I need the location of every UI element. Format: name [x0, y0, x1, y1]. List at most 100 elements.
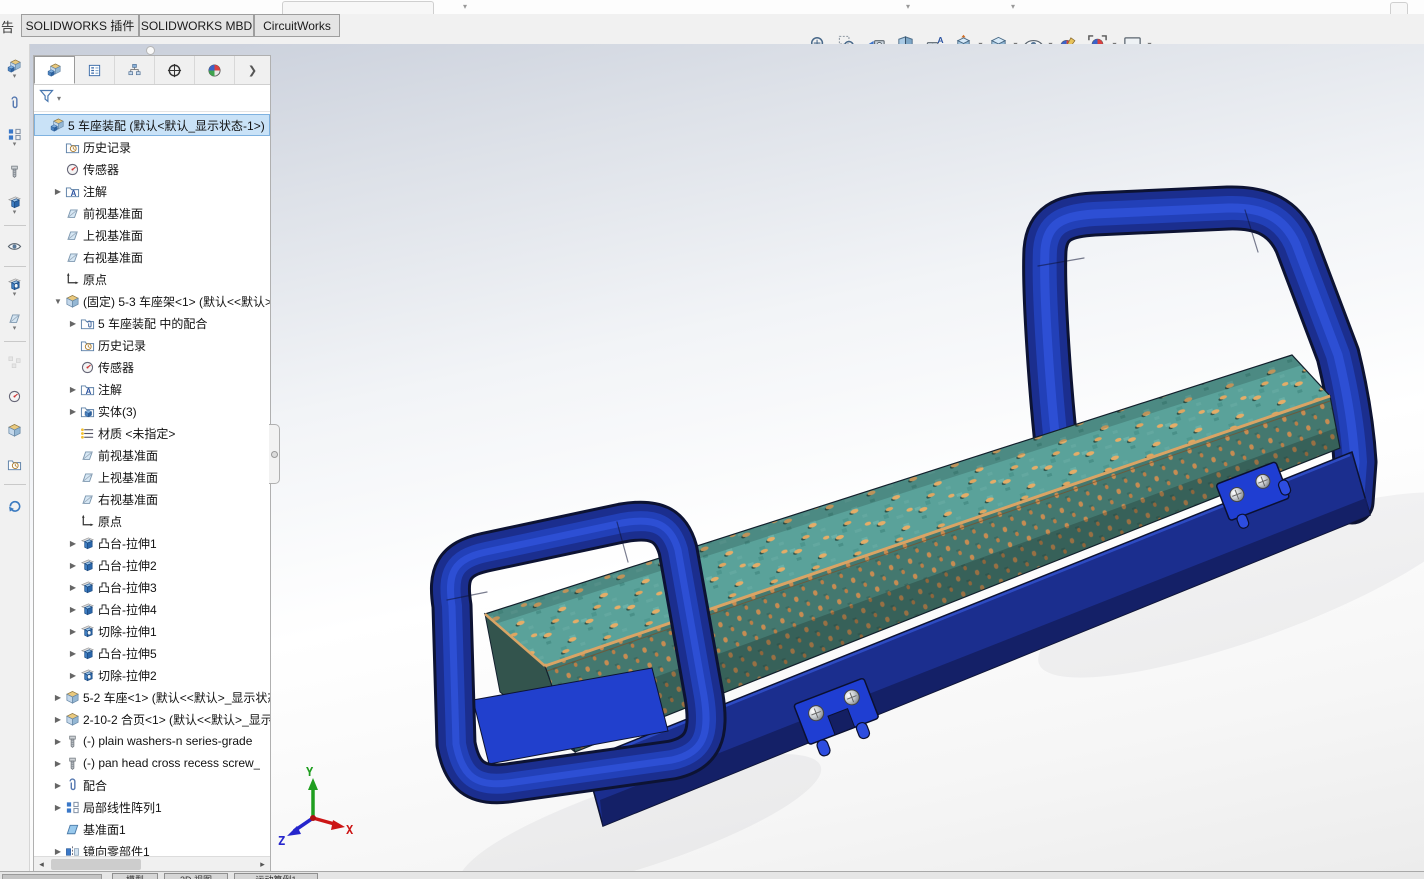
tree-row[interactable]: 历史记录: [34, 136, 270, 158]
ribbon-tab-solidworks-插件[interactable]: SOLIDWORKS 插件: [21, 14, 139, 37]
component-pattern-button[interactable]: ▾: [2, 120, 28, 154]
ribbon-tab-solidworks-mbd[interactable]: SOLIDWORKS MBD: [139, 14, 254, 37]
expand-toggle-icon[interactable]: ▶: [51, 715, 65, 724]
document-tab-2[interactable]: 3D 视图: [164, 873, 228, 879]
ribbon-tab-circuitworks[interactable]: CircuitWorks: [254, 14, 340, 37]
tree-row[interactable]: ▶ 配合: [34, 774, 270, 796]
expand-toggle-icon[interactable]: ▶: [66, 649, 80, 658]
tree-row[interactable]: 原点: [34, 268, 270, 290]
expand-toggle-icon[interactable]: ▶: [66, 627, 80, 636]
material-icon: [80, 426, 98, 441]
move-component-button[interactable]: ▾: [2, 188, 28, 222]
tree-row[interactable]: 5 车座装配 (默认<默认_显示状态-1>): [34, 114, 270, 136]
panel-drag-dot[interactable]: [146, 46, 155, 55]
motion-study-button[interactable]: [2, 447, 28, 481]
expand-toggle-icon[interactable]: ▶: [66, 561, 80, 570]
tree-row[interactable]: 材质 <未指定>: [34, 422, 270, 444]
expand-toggle-icon[interactable]: ▶: [66, 407, 80, 416]
tree-row[interactable]: ▶ 镜向零部件1: [34, 840, 270, 856]
update-model-button[interactable]: [2, 488, 28, 522]
expand-toggle-icon[interactable]: ▶: [51, 693, 65, 702]
tree-row[interactable]: ▶ 5 车座装配 中的配合: [34, 312, 270, 334]
expand-toggle-icon[interactable]: ▶: [66, 583, 80, 592]
feature-tree: 5 车座装配 (默认<默认_显示状态-1>) 历史记录 传感器 ▶ A 注解 前视基准面 上视…: [34, 112, 270, 856]
tree-item-label: 凸台-拉伸5: [98, 646, 157, 661]
panel-tab-featuremanager-design-tree[interactable]: [34, 56, 75, 84]
tree-row[interactable]: ▶ A 注解: [34, 378, 270, 400]
tree-item-label: (-) plain washers-n series-grade: [83, 734, 253, 748]
scrollbar-thumb[interactable]: [51, 859, 141, 870]
panel-tab-displaymanager[interactable]: [195, 56, 235, 84]
mate-button[interactable]: [2, 86, 28, 120]
tree-row[interactable]: 历史记录: [34, 334, 270, 356]
boss-icon: [80, 580, 98, 595]
panel-tabs-overflow-arrow[interactable]: ❯: [235, 56, 270, 84]
expand-toggle-icon[interactable]: ▶: [66, 385, 80, 394]
tree-row[interactable]: 前视基准面: [34, 444, 270, 466]
filter-dropdown-caret-icon[interactable]: ▾: [57, 94, 61, 103]
tree-item-label: 原点: [98, 514, 123, 529]
tree-row[interactable]: 原点: [34, 510, 270, 532]
filter-funnel-icon[interactable]: [38, 88, 55, 109]
assembly-features-button[interactable]: ▾: [2, 270, 28, 304]
tree-horizontal-scrollbar[interactable]: ◂ ▸: [34, 856, 270, 872]
tree-row[interactable]: ▶ A 注解: [34, 180, 270, 202]
tree-item-label: 2-10-2 合页<1> (默认<<默认>_显示状态-1>): [83, 712, 270, 727]
scroll-right-arrow[interactable]: ▸: [255, 859, 270, 870]
reference-geometry-button[interactable]: ▾: [2, 304, 28, 338]
tree-item-label: 实体(3): [98, 404, 137, 419]
tree-row[interactable]: 传感器: [34, 158, 270, 180]
expand-toggle-icon[interactable]: ▶: [51, 737, 65, 746]
tree-row[interactable]: ▶ 凸台-拉伸3: [34, 576, 270, 598]
tree-row[interactable]: 上视基准面: [34, 466, 270, 488]
expand-toggle-icon[interactable]: ▶: [51, 187, 65, 196]
pattern-icon: [65, 800, 83, 815]
tree-row[interactable]: ▶ 凸台-拉伸4: [34, 598, 270, 620]
tree-row[interactable]: ▼ (固定) 5-3 车座架<1> (默认<<默认>_显示状态-1>): [34, 290, 270, 312]
expand-toggle-icon[interactable]: ▶: [51, 781, 65, 790]
insert-components-button[interactable]: ▾: [2, 52, 28, 86]
tree-item-label: 镜向零部件1: [83, 844, 150, 857]
panel-tab-configurationmanager[interactable]: [115, 56, 155, 84]
triad-x-label: X: [346, 823, 354, 837]
smart-fasteners-button[interactable]: [2, 154, 28, 188]
expand-toggle-icon[interactable]: ▶: [66, 671, 80, 680]
tree-row[interactable]: ▶ 切除-拉伸1: [34, 620, 270, 642]
tree-row[interactable]: ▶ 实体(3): [34, 400, 270, 422]
panel-splitter-handle[interactable]: [269, 424, 280, 484]
expand-toggle-icon[interactable]: ▶: [51, 803, 65, 812]
tree-row[interactable]: ▶ 2-10-2 合页<1> (默认<<默认>_显示状态-1>): [34, 708, 270, 730]
expand-toggle-icon[interactable]: ▶: [51, 847, 65, 856]
tree-row[interactable]: ▶ 凸台-拉伸1: [34, 532, 270, 554]
tree-row[interactable]: 基准面1: [34, 818, 270, 840]
tree-row[interactable]: 右视基准面: [34, 488, 270, 510]
clipped-tab-text[interactable]: 告: [1, 17, 14, 36]
panel-tab-dimxpertmanager[interactable]: [155, 56, 195, 84]
tree-row[interactable]: 上视基准面: [34, 224, 270, 246]
tree-row[interactable]: 传感器: [34, 356, 270, 378]
scroll-left-arrow[interactable]: ◂: [34, 859, 49, 870]
panel-tab-propertymanager[interactable]: [75, 56, 115, 84]
performance-evaluation-button[interactable]: [2, 379, 28, 413]
origin-icon: [80, 514, 98, 529]
tree-row[interactable]: ▶ 凸台-拉伸2: [34, 554, 270, 576]
tree-row[interactable]: 右视基准面: [34, 246, 270, 268]
tree-row[interactable]: ▶ 凸台-拉伸5: [34, 642, 270, 664]
show-hidden-components-button[interactable]: [2, 229, 28, 263]
expand-toggle-icon[interactable]: ▶: [66, 539, 80, 548]
document-tab-1[interactable]: 模型: [112, 873, 158, 879]
tree-row[interactable]: 前视基准面: [34, 202, 270, 224]
edit-component-button[interactable]: [2, 413, 28, 447]
document-tab-3[interactable]: 运动算例1: [234, 873, 318, 879]
tree-row[interactable]: ▶ 5-2 车座<1> (默认<<默认>_显示状态-1>): [34, 686, 270, 708]
tree-row[interactable]: ▶ 局部线性阵列1: [34, 796, 270, 818]
tree-row[interactable]: ▶ 切除-拉伸2: [34, 664, 270, 686]
expand-toggle-icon[interactable]: ▶: [51, 759, 65, 768]
expand-toggle-icon[interactable]: ▶: [66, 605, 80, 614]
expand-toggle-icon[interactable]: ▶: [66, 319, 80, 328]
tree-item-label: 5 车座装配 (默认<默认_显示状态-1>): [68, 118, 265, 133]
tree-row[interactable]: ▶ (-) pan head cross recess screw_: [34, 752, 270, 774]
tree-row[interactable]: ▶ (-) plain washers-n series-grade: [34, 730, 270, 752]
expand-toggle-icon[interactable]: ▼: [51, 297, 65, 306]
exploded-view-button[interactable]: [2, 345, 28, 379]
